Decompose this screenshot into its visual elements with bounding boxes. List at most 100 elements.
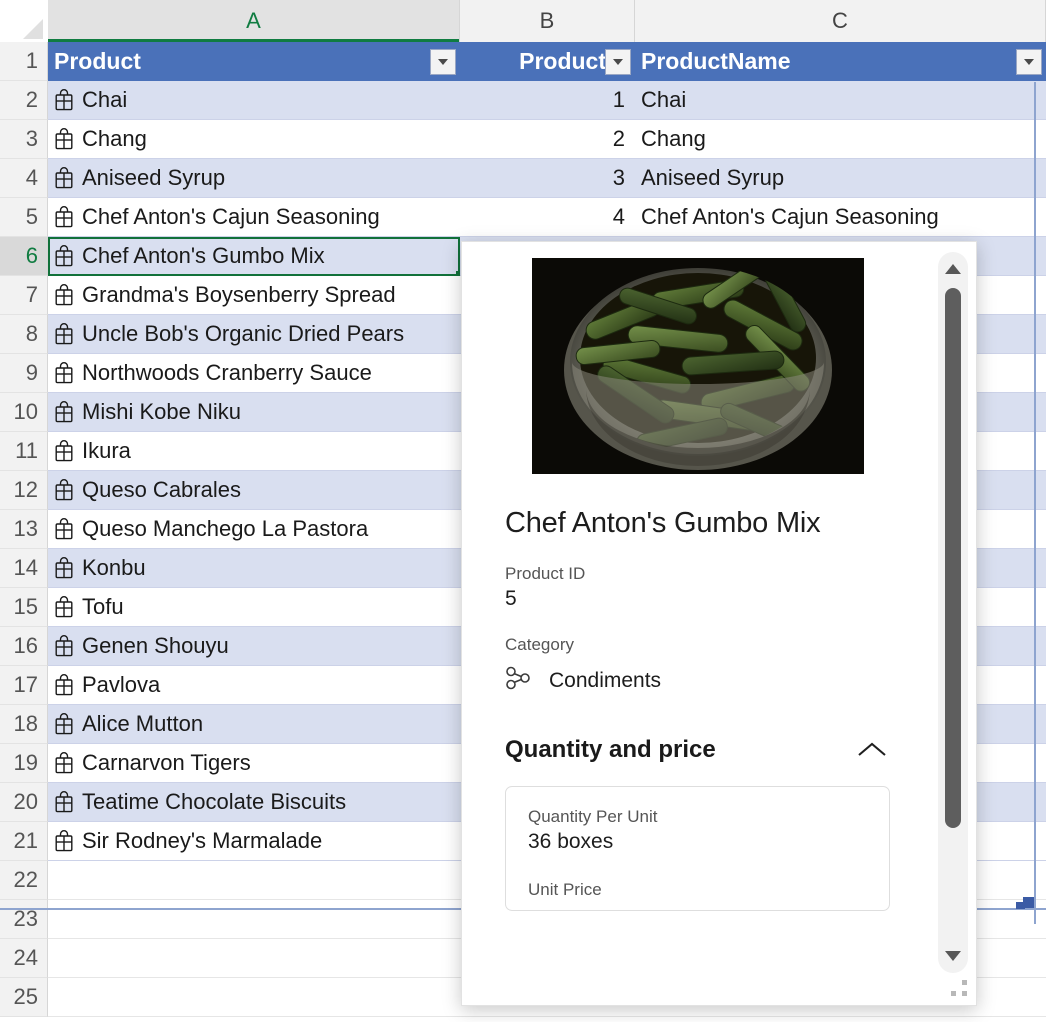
cell-productname-2[interactable]: Chai — [635, 81, 1046, 120]
cell-product-3[interactable]: Chang — [48, 120, 460, 159]
cell-product-label: Tofu — [82, 594, 124, 619]
table-row[interactable]: 4 Aniseed Syrup 3 Aniseed Syrup — [0, 159, 1046, 198]
row-header-5[interactable]: 5 — [0, 198, 48, 237]
category-row[interactable]: Condiments — [505, 665, 911, 696]
shopping-bag-icon — [54, 556, 74, 580]
cell-product-13[interactable]: Queso Manchego La Pastora — [48, 510, 460, 549]
cell-product-label: Grandma's Boysenberry Spread — [82, 282, 396, 307]
quantity-price-subcard: Quantity Per Unit 36 boxes Unit Price — [505, 786, 890, 911]
product-id-label: Product ID — [505, 564, 586, 583]
row-header-19[interactable]: 19 — [0, 744, 48, 783]
row-header-7[interactable]: 7 — [0, 276, 48, 315]
cell-product-9[interactable]: Northwoods Cranberry Sauce — [48, 354, 460, 393]
shopping-bag-icon — [54, 283, 74, 307]
cell-product-4[interactable]: Aniseed Syrup — [48, 159, 460, 198]
cell-product-2[interactable]: Chai — [48, 81, 460, 120]
cell-empty-a-25[interactable] — [48, 978, 460, 1017]
filter-dropdown-icon-productid[interactable] — [605, 48, 631, 75]
cell-productname-3[interactable]: Chang — [635, 120, 1046, 159]
table-row[interactable]: 5 Chef Anton's Cajun Seasoning 4 Chef Anton… — [0, 198, 1046, 237]
shopping-bag-icon — [54, 166, 74, 190]
cell-product-label: Queso Cabrales — [82, 477, 241, 502]
section-title: Quantity and price — [505, 736, 716, 763]
row-header-8[interactable]: 8 — [0, 315, 48, 354]
cell-product-14[interactable]: Konbu — [48, 549, 460, 588]
row-header-17[interactable]: 17 — [0, 666, 48, 705]
row-header-16[interactable]: 16 — [0, 627, 48, 666]
row-header-23[interactable]: 23 — [0, 900, 48, 939]
cell-product-label: Chef Anton's Cajun Seasoning — [82, 204, 380, 229]
row-header-6[interactable]: 6 — [0, 237, 48, 276]
row-header-3[interactable]: 3 — [0, 120, 48, 159]
row-header-9[interactable]: 9 — [0, 354, 48, 393]
cell-product-20[interactable]: Teatime Chocolate Biscuits — [48, 783, 460, 822]
filter-dropdown-icon-productname[interactable] — [1016, 48, 1042, 75]
row-header-18[interactable]: 18 — [0, 705, 48, 744]
quantity-and-price-section-header[interactable]: Quantity and price — [505, 736, 890, 764]
row-header-10[interactable]: 10 — [0, 393, 48, 432]
cell-productid-3[interactable]: 2 — [460, 120, 635, 159]
scroll-down-arrow-icon[interactable] — [938, 941, 968, 971]
cell-product-12[interactable]: Queso Cabrales — [48, 471, 460, 510]
detail-card-body: Chef Anton's Gumbo Mix Product ID 5 Cate… — [462, 242, 933, 1005]
row-header-22[interactable]: 22 — [0, 861, 48, 900]
cell-productname-5[interactable]: Chef Anton's Cajun Seasoning — [635, 198, 1046, 237]
cell-product-label: Chai — [82, 87, 128, 112]
cell-productname-4[interactable]: Aniseed Syrup — [635, 159, 1046, 198]
cell-product-17[interactable]: Pavlova — [48, 666, 460, 705]
row-header-15[interactable]: 15 — [0, 588, 48, 627]
column-header-c[interactable]: C — [635, 0, 1046, 42]
row-header-13[interactable]: 13 — [0, 510, 48, 549]
cell-product-5[interactable]: Chef Anton's Cajun Seasoning — [48, 198, 460, 237]
cell-product-11[interactable]: Ikura — [48, 432, 460, 471]
cell-empty-a-23[interactable] — [48, 900, 460, 939]
cell-product-18[interactable]: Alice Mutton — [48, 705, 460, 744]
table-row[interactable]: 2 Chai 1 Chai — [0, 81, 1046, 120]
card-scrollbar[interactable] — [938, 252, 968, 973]
cell-product-6[interactable]: Chef Anton's Gumbo Mix — [48, 237, 460, 276]
shopping-bag-icon — [54, 244, 74, 268]
cell-product-7[interactable]: Grandma's Boysenberry Spread — [48, 276, 460, 315]
column-header-a[interactable]: A — [48, 0, 460, 42]
cell-product-16[interactable]: Genen Shouyu — [48, 627, 460, 666]
cell-product-15[interactable]: Tofu — [48, 588, 460, 627]
row-header-4[interactable]: 4 — [0, 159, 48, 198]
table-header-product[interactable]: Product — [48, 42, 460, 81]
row-header-21[interactable]: 21 — [0, 822, 48, 861]
card-resize-grip[interactable] — [951, 980, 967, 996]
column-header-b[interactable]: B — [460, 0, 635, 42]
cell-product-10[interactable]: Mishi Kobe Niku — [48, 393, 460, 432]
cell-product-8[interactable]: Uncle Bob's Organic Dried Pears — [48, 315, 460, 354]
row-header-25[interactable]: 25 — [0, 978, 48, 1017]
filter-dropdown-icon-product[interactable] — [430, 48, 456, 75]
cell-empty-a-22[interactable] — [48, 861, 460, 900]
cell-productid-4[interactable]: 3 — [460, 159, 635, 198]
row-header-1[interactable]: 1 — [0, 42, 48, 81]
cell-productid-2[interactable]: 1 — [460, 81, 635, 120]
scroll-up-arrow-icon[interactable] — [938, 254, 968, 284]
row-header-14[interactable]: 14 — [0, 549, 48, 588]
chevron-up-icon[interactable] — [854, 738, 890, 762]
shopping-bag-icon — [54, 595, 74, 619]
shopping-bag-icon — [54, 712, 74, 736]
row-header-20[interactable]: 20 — [0, 783, 48, 822]
row-header-12[interactable]: 12 — [0, 471, 48, 510]
cell-product-label: Genen Shouyu — [82, 633, 229, 658]
cell-product-21[interactable]: Sir Rodney's Marmalade — [48, 822, 460, 861]
row-header-24[interactable]: 24 — [0, 939, 48, 978]
table-header-productid[interactable]: ProductID — [460, 42, 635, 81]
row-header-2[interactable]: 2 — [0, 81, 48, 120]
cell-product-19[interactable]: Carnarvon Tigers — [48, 744, 460, 783]
row-header-11[interactable]: 11 — [0, 432, 48, 471]
cell-empty-a-24[interactable] — [48, 939, 460, 978]
fill-handle[interactable] — [456, 271, 460, 275]
select-all-corner[interactable] — [0, 0, 48, 42]
unit-price-label: Unit Price — [528, 880, 602, 899]
scrollbar-thumb[interactable] — [945, 288, 961, 828]
cell-productid-5[interactable]: 4 — [460, 198, 635, 237]
product-detail-card[interactable]: Chef Anton's Gumbo Mix Product ID 5 Cate… — [461, 241, 977, 1006]
table-row[interactable]: 3 Chang 2 Chang — [0, 120, 1046, 159]
cell-product-label: Konbu — [82, 555, 146, 580]
shopping-bag-icon — [54, 322, 74, 346]
table-header-productname[interactable]: ProductName — [635, 42, 1046, 81]
